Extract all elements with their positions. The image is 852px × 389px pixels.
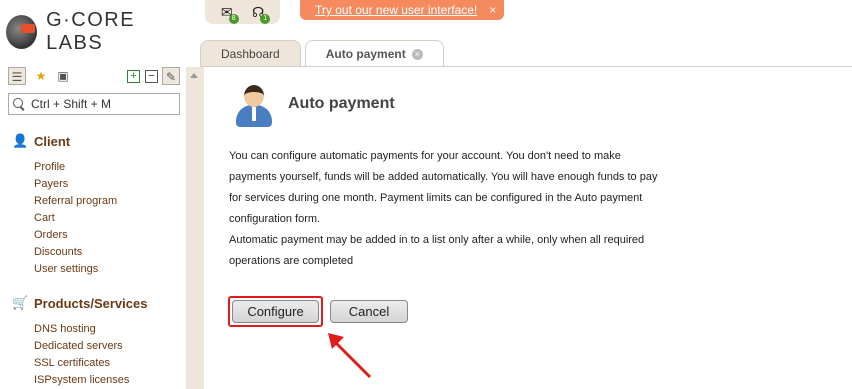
sidebar-item-discounts[interactable]: Discounts (34, 244, 192, 261)
support-count-badge: 1 (260, 14, 271, 24)
collapse-all-icon[interactable]: − (145, 69, 158, 83)
message-count-badge: 8 (228, 14, 239, 24)
sidebar-item-dedicated-servers[interactable]: Dedicated servers (34, 338, 192, 355)
cart-icon: 🛒 (12, 295, 29, 310)
sidebar-item-ispsystem-licenses[interactable]: ISPsystem licenses (34, 372, 192, 389)
headset-icon[interactable]: ☊ 1 (249, 3, 271, 24)
page-title: Auto payment (288, 95, 395, 112)
tab-label: Dashboard (221, 47, 280, 61)
user-icon: 👤 (12, 133, 29, 148)
action-buttons: Configure Cancel (228, 296, 408, 327)
sidebar-section-products: 🛒 Products/Services DNS hosting Dedicate… (12, 294, 192, 389)
sidebar-item-ssl-certificates[interactable]: SSL certificates (34, 355, 192, 372)
section-header[interactable]: 👤 Client (12, 132, 192, 150)
tab-bar: Dashboard Auto payment × (200, 40, 444, 67)
main-content: Auto payment You can configure automatic… (204, 67, 852, 389)
search-input[interactable] (31, 97, 171, 111)
scroll-up-icon[interactable] (190, 73, 198, 78)
tab-close-icon[interactable]: × (411, 48, 423, 60)
brand-name: G·CORE LABS (46, 9, 136, 54)
section-title: Client (34, 133, 71, 149)
cancel-button[interactable]: Cancel (330, 300, 408, 323)
sidebar-item-profile[interactable]: Profile (34, 159, 192, 176)
sidebar-item-user-settings[interactable]: User settings (34, 261, 192, 278)
tree-view-icon[interactable]: ☰ (8, 67, 26, 85)
description-line: operations are completed (229, 255, 354, 267)
annotation-arrow-icon (328, 333, 372, 379)
brand-logo[interactable]: G·CORE LABS (6, 9, 186, 54)
description-line: payments yourself, funds will be added a… (229, 171, 658, 183)
tab-auto-payment[interactable]: Auto payment × (304, 40, 444, 67)
expand-all-icon[interactable]: + (127, 69, 140, 83)
tab-dashboard[interactable]: Dashboard (200, 40, 301, 67)
configure-button[interactable]: Configure (232, 300, 319, 323)
tab-label: Auto payment (325, 47, 406, 61)
favorites-star-icon[interactable]: ★ (32, 67, 50, 85)
section-items: DNS hosting Dedicated servers SSL certif… (12, 321, 192, 389)
sidebar-item-payers[interactable]: Payers (34, 176, 192, 193)
sidebar-item-dns-hosting[interactable]: DNS hosting (34, 321, 192, 338)
section-header[interactable]: 🛒 Products/Services (12, 294, 192, 312)
section-title: Products/Services (34, 295, 148, 311)
description-line: Automatic payment may be added in to a l… (229, 234, 645, 246)
sidebar-item-referral-program[interactable]: Referral program (34, 193, 192, 210)
new-ui-link[interactable]: Try out our new user interface! (315, 3, 477, 17)
notification-bar: ✉ 8 ☊ 1 (205, 0, 280, 24)
sidebar-item-orders[interactable]: Orders (34, 227, 192, 244)
description-line: You can configure automatic payments for… (229, 150, 621, 162)
sidebar-item-cart[interactable]: Cart (34, 210, 192, 227)
configure-highlight: Configure (228, 296, 323, 327)
person-icon (231, 81, 277, 127)
promo-close-icon[interactable]: × (489, 3, 496, 17)
sidebar-scrollbar[interactable] (186, 67, 204, 389)
sidebar-toolbar: ☰ ★ ▣ + − ✎ (8, 66, 180, 86)
promo-banner: Try out our new user interface! × (300, 0, 505, 20)
logo-mark-icon (6, 15, 38, 49)
menu-search[interactable] (8, 93, 180, 115)
pin-icon[interactable]: ✎ (162, 67, 180, 85)
section-items: Profile Payers Referral program Cart Ord… (12, 159, 192, 278)
briefcase-icon[interactable]: ▣ (54, 67, 72, 85)
description-line: configuration form. (229, 213, 321, 225)
search-icon (13, 98, 25, 110)
envelope-icon[interactable]: ✉ 8 (218, 3, 239, 24)
page-header: Auto payment (231, 81, 395, 127)
description: You can configure automatic payments for… (229, 146, 669, 272)
sidebar-section-client: 👤 Client Profile Payers Referral program… (12, 132, 192, 278)
description-line: for services during one month. Payment l… (229, 192, 643, 204)
